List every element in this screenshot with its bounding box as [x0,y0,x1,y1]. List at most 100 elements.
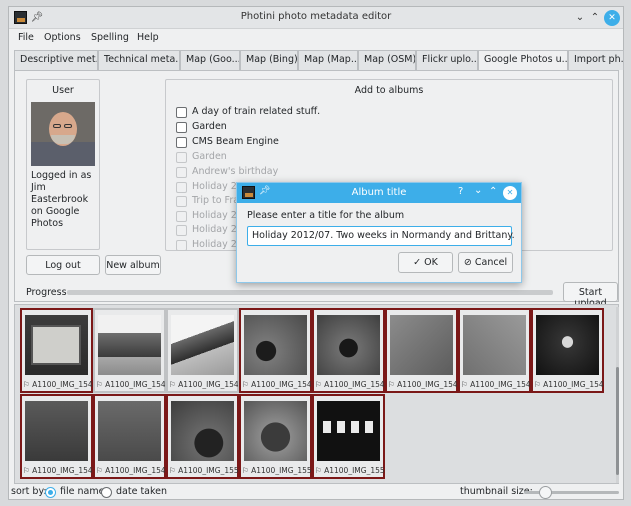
minimize-icon[interactable]: ⌄ [474,185,482,196]
cancel-button[interactable]: ⊘ Cancel [458,252,513,273]
thumbnail[interactable]: ⚐ A1100_IMG_1552 [312,394,385,479]
ok-button[interactable]: ✓ OK [398,252,453,273]
cancel-icon: ⊘ [463,257,472,268]
user-heading: User [52,85,74,96]
thumbnail[interactable]: ⚐ A1100_IMG_1549 [93,394,166,479]
sort-by-label: sort by: [11,486,47,497]
albums-heading: Add to albums [354,85,424,96]
thumbnail[interactable]: ⚐ A1100_IMG_1550 [166,394,239,479]
album-checkbox[interactable] [176,122,187,133]
thumbnail-caption: ⚐ A1100_IMG_1549 [96,466,165,475]
logout-button[interactable]: Log out [26,255,100,275]
album-label: A day of train related stuff. [192,106,321,117]
thumbnail-image [390,315,453,375]
progress-label: Progress [26,287,67,298]
slider-handle[interactable] [539,486,552,499]
close-icon[interactable]: ✕ [503,186,517,200]
album-title-dialog: 📌︎ Album title ? ⌄ ⌃ ✕ Please enter a ti… [236,182,522,283]
login-status-line: on Google [31,206,80,217]
menu-options[interactable]: Options [44,32,81,43]
tab-map-google[interactable]: Map (Goo... [180,50,240,70]
thumbnail[interactable]: ⚐ A1100_IMG_1543 [239,308,312,393]
minimize-icon[interactable]: ⌄ [572,10,588,26]
menu-bar: File Options Spelling Help [9,30,623,48]
tab-import-photos[interactable]: Import ph... [568,50,624,70]
window-title: Photini photo metadata editor [240,11,392,22]
album-label: Garden [192,121,227,132]
thumbnail-caption: ⚐ A1100_IMG_1541 [96,380,165,389]
album-label: Andrew's birthday [192,166,279,177]
new-album-button[interactable]: New album [105,255,161,275]
menu-spelling[interactable]: Spelling [91,32,129,43]
thumbnail-caption: ⚐ A1100_IMG_1544 [315,380,384,389]
album-checkbox [176,167,187,178]
tab-google-photos-upload[interactable]: Google Photos u... [478,50,568,71]
thumbnail[interactable]: ⚐ A1100_IMG_1542 [166,308,239,393]
thumbnail-image [98,401,161,461]
menu-file[interactable]: File [18,32,34,43]
thumbnail[interactable]: ⚐ A1100_IMG_1544 [312,308,385,393]
thumbnail[interactable]: ⚐ A1100_IMG_1546 [458,308,531,393]
tab-technical-metadata[interactable]: Technical meta... [98,50,180,70]
album-title-input[interactable]: Holiday 2012/07. Two weeks in Normandy a… [247,226,515,246]
help-icon[interactable]: ? [458,186,463,197]
start-upload-button[interactable]: Start upload [563,282,618,309]
thumbnail-image [171,401,234,461]
sort-file-name-label: file name [60,486,105,497]
tab-flickr-upload[interactable]: Flickr uplo... [416,50,478,70]
thumbnail-caption: ⚐ A1100_IMG_1550 [169,466,238,475]
thumbnail[interactable]: ⚐ A1100_IMG_1547 [531,308,604,393]
album-checkbox[interactable] [176,107,187,118]
thumbnail-caption: ⚐ A1100_IMG_1548 [23,466,92,475]
thumbnail-caption: ⚐ A1100_IMG_1540 [23,380,92,389]
cancel-label: Cancel [474,257,508,268]
tab-descriptive-metadata[interactable]: Descriptive met... [14,50,98,70]
dialog-prompt: Please enter a title for the album [247,210,405,221]
thumbnail-image [244,401,307,461]
thumbnail-image [171,315,234,375]
thumbnail-image [98,315,161,375]
user-group: User Logged in as Jim Easterbrook on Goo… [26,79,100,250]
thumbnail-image [25,315,88,375]
thumbnail-caption: ⚐ A1100_IMG_1547 [534,380,603,389]
tab-map-mapbox[interactable]: Map (Map... [298,50,358,70]
login-status-line: Photos [31,218,64,229]
thumbnail-image [536,315,599,375]
album-checkbox [176,240,187,251]
thumbnail-grid[interactable]: ⚐ A1100_IMG_1540 ⚐ A1100_IMG_1541 ⚐ A110… [14,304,619,484]
progress-bar [67,290,553,295]
thumbnail-caption: ⚐ A1100_IMG_1543 [242,380,311,389]
album-checkbox [176,152,187,163]
album-checkbox [176,211,187,222]
maximize-icon[interactable]: ⌃ [489,186,497,197]
tab-map-bing[interactable]: Map (Bing) [240,50,298,70]
sort-file-name-radio[interactable] [45,487,56,498]
album-checkbox [176,196,187,207]
vertical-scrollbar[interactable] [616,307,619,483]
album-checkbox [176,225,187,236]
avatar [31,102,95,166]
tab-map-osm[interactable]: Map (OSM) [358,50,416,70]
thumbnail[interactable]: ⚐ A1100_IMG_1548 [20,394,93,479]
album-checkbox [176,182,187,193]
checkmark-icon: ✓ [413,257,422,268]
sort-date-taken-radio[interactable] [101,487,112,498]
thumbnail-caption: ⚐ A1100_IMG_1542 [169,380,238,389]
thumbnail[interactable]: ⚐ A1100_IMG_1551 [239,394,312,479]
thumbnail-image [317,315,380,375]
thumbnail-caption: ⚐ A1100_IMG_1551 [242,466,311,475]
maximize-icon[interactable]: ⌃ [587,10,603,26]
status-bar: sort by: file name date taken thumbnail … [9,483,623,501]
album-checkbox[interactable] [176,137,187,148]
thumbnail-caption: ⚐ A1100_IMG_1546 [461,380,530,389]
thumbnail-size-slider[interactable] [524,486,619,499]
thumbnail-size-label: thumbnail size: [460,486,533,497]
menu-help[interactable]: Help [137,32,159,43]
close-icon[interactable]: ✕ [604,10,620,26]
thumbnail-image [244,315,307,375]
thumbnail-image [317,401,380,461]
thumbnail[interactable]: ⚐ A1100_IMG_1545 [385,308,458,393]
thumbnail[interactable]: ⚐ A1100_IMG_1540 [20,308,93,393]
album-label: Garden [192,151,227,162]
thumbnail[interactable]: ⚐ A1100_IMG_1541 [93,308,166,393]
